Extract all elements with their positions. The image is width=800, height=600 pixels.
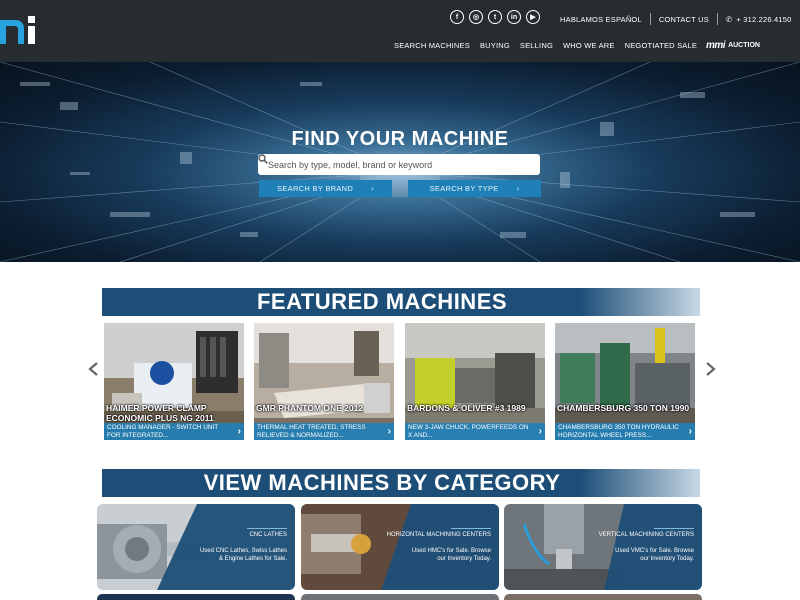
category-accent-line [451,528,491,529]
category-title-band: VIEW MACHINES BY CATEGORY [102,469,700,497]
category-description: Used CNC Lathes, Swiss Lathes & Engine L… [199,548,287,562]
nav-negotiated-sale[interactable]: NEGOTIATED SALE [625,41,697,50]
category-card-partial[interactable] [97,594,295,600]
carousel-prev-icon[interactable] [88,362,98,376]
twitter-icon[interactable]: t [488,10,502,24]
auction-logo: mmi [706,40,726,51]
featured-card[interactable]: CHAMBERSBURG 350 TON 1990 CHAMBERSBURG 3… [555,323,695,440]
nav-selling[interactable]: SELLING [520,41,553,50]
category-card-horizontal-machining[interactable]: HORIZONTAL MACHINING CENTERS Used HMC's … [301,504,499,590]
featured-title-band: FEATURED MACHINES [102,288,700,316]
category-name: VERTICAL MACHINING CENTERS [598,532,694,538]
category-accent-line [654,528,694,529]
phone-icon: ✆ [725,14,733,24]
search-input[interactable] [266,158,510,171]
machine-name: BARDONS & OLIVER #3 1989 [407,403,526,413]
top-links: HABLAMOS ESPAÑOL CONTACT US ✆ + 312.226.… [560,13,792,25]
carousel-next-icon[interactable] [706,362,716,376]
site-header: f ◎ t in ▶ HABLAMOS ESPAÑOL CONTACT US ✆… [0,0,800,62]
hablamos-espanol-link[interactable]: HABLAMOS ESPAÑOL [560,15,642,24]
nav-buying[interactable]: BUYING [480,41,510,50]
phone-link[interactable]: + 312.226.4150 [736,15,791,24]
main-nav: SEARCH MACHINES BUYING SELLING WHO WE AR… [394,41,697,50]
category-card-vertical-machining[interactable]: VERTICAL MACHINING CENTERS Used VMC's fo… [504,504,702,590]
category-card-cnc-lathes[interactable]: CNC LATHES Used CNC Lathes, Swiss Lathes… [97,504,295,590]
auction-link[interactable]: mmi AUCTION [706,40,760,51]
featured-card[interactable]: HAIMER POWER CLAMP ECONOMIC PLUS NG 2011… [104,323,244,440]
featured-card[interactable]: GMR PHANTOM ONE 2012 THERMAL HEAT TREATE… [254,323,394,440]
chevron-right-icon: › [387,426,391,437]
divider [716,13,718,25]
featured-title: FEATURED MACHINES [256,289,508,314]
social-links: f ◎ t in ▶ [450,10,540,24]
chevron-right-icon: › [688,426,692,437]
machine-name: HAIMER POWER CLAMP ECONOMIC PLUS NG 2011 [106,403,214,423]
instagram-icon[interactable]: ◎ [469,10,483,24]
category-description: Used VMC's for Sale. Browse our Inventor… [615,548,694,562]
search-by-brand-label: SEARCH BY BRAND [277,184,354,193]
search-bar [258,154,540,175]
linkedin-icon[interactable]: in [507,10,521,24]
chevron-right-icon: › [237,426,241,437]
category-photo [97,504,295,590]
chevron-right-icon: › [538,426,542,437]
chevron-right-icon: › [371,184,374,193]
category-photo [504,504,702,590]
featured-card[interactable]: BARDONS & OLIVER #3 1989 NEW 3-JAW CHUCK… [405,323,545,440]
machine-description: CHAMBERSBURG 350 TON HYDRAULIC HORIZONTA… [555,423,695,440]
category-description: Used HMC's for Sale. Browse our Inventor… [411,548,491,562]
machine-description: NEW 3-JAW CHUCK, POWERFEEDS ON X AND... [405,423,545,440]
category-card-partial[interactable] [504,594,702,600]
mmi-logo[interactable] [0,12,40,46]
category-name: CNC LATHES [249,532,287,538]
machine-description: THERMAL HEAT TREATED, STRESS RELIEVED & … [254,423,394,440]
facebook-icon[interactable]: f [450,10,464,24]
contact-us-link[interactable]: CONTACT US [659,15,709,24]
machine-name: GMR PHANTOM ONE 2012 [256,403,364,413]
divider [649,13,651,25]
search-by-type-label: SEARCH BY TYPE [429,184,499,193]
nav-who-we-are[interactable]: WHO WE ARE [563,41,615,50]
machine-description: COOLING MANAGER - SWITCH UNIT FOR INTEGR… [104,423,244,440]
search-by-type-button[interactable]: SEARCH BY TYPE › [408,180,541,197]
chevron-right-icon: › [516,184,520,193]
category-name: HORIZONTAL MACHINING CENTERS [386,532,491,538]
nav-search-machines[interactable]: SEARCH MACHINES [394,41,470,50]
search-by-brand-button[interactable]: SEARCH BY BRAND › [259,180,392,197]
youtube-icon[interactable]: ▶ [526,10,540,24]
auction-label: AUCTION [728,42,760,49]
machine-name: CHAMBERSBURG 350 TON 1990 [557,403,690,413]
search-icon[interactable] [258,154,268,164]
category-card-partial[interactable] [301,594,499,600]
category-title: VIEW MACHINES BY CATEGORY [203,470,561,495]
category-photo [301,504,499,590]
category-accent-line [247,528,287,529]
hero-title: FIND YOUR MACHINE [291,128,509,150]
hero-banner: FIND YOUR MACHINE SEARCH BY BRAND › SEAR… [0,62,800,262]
